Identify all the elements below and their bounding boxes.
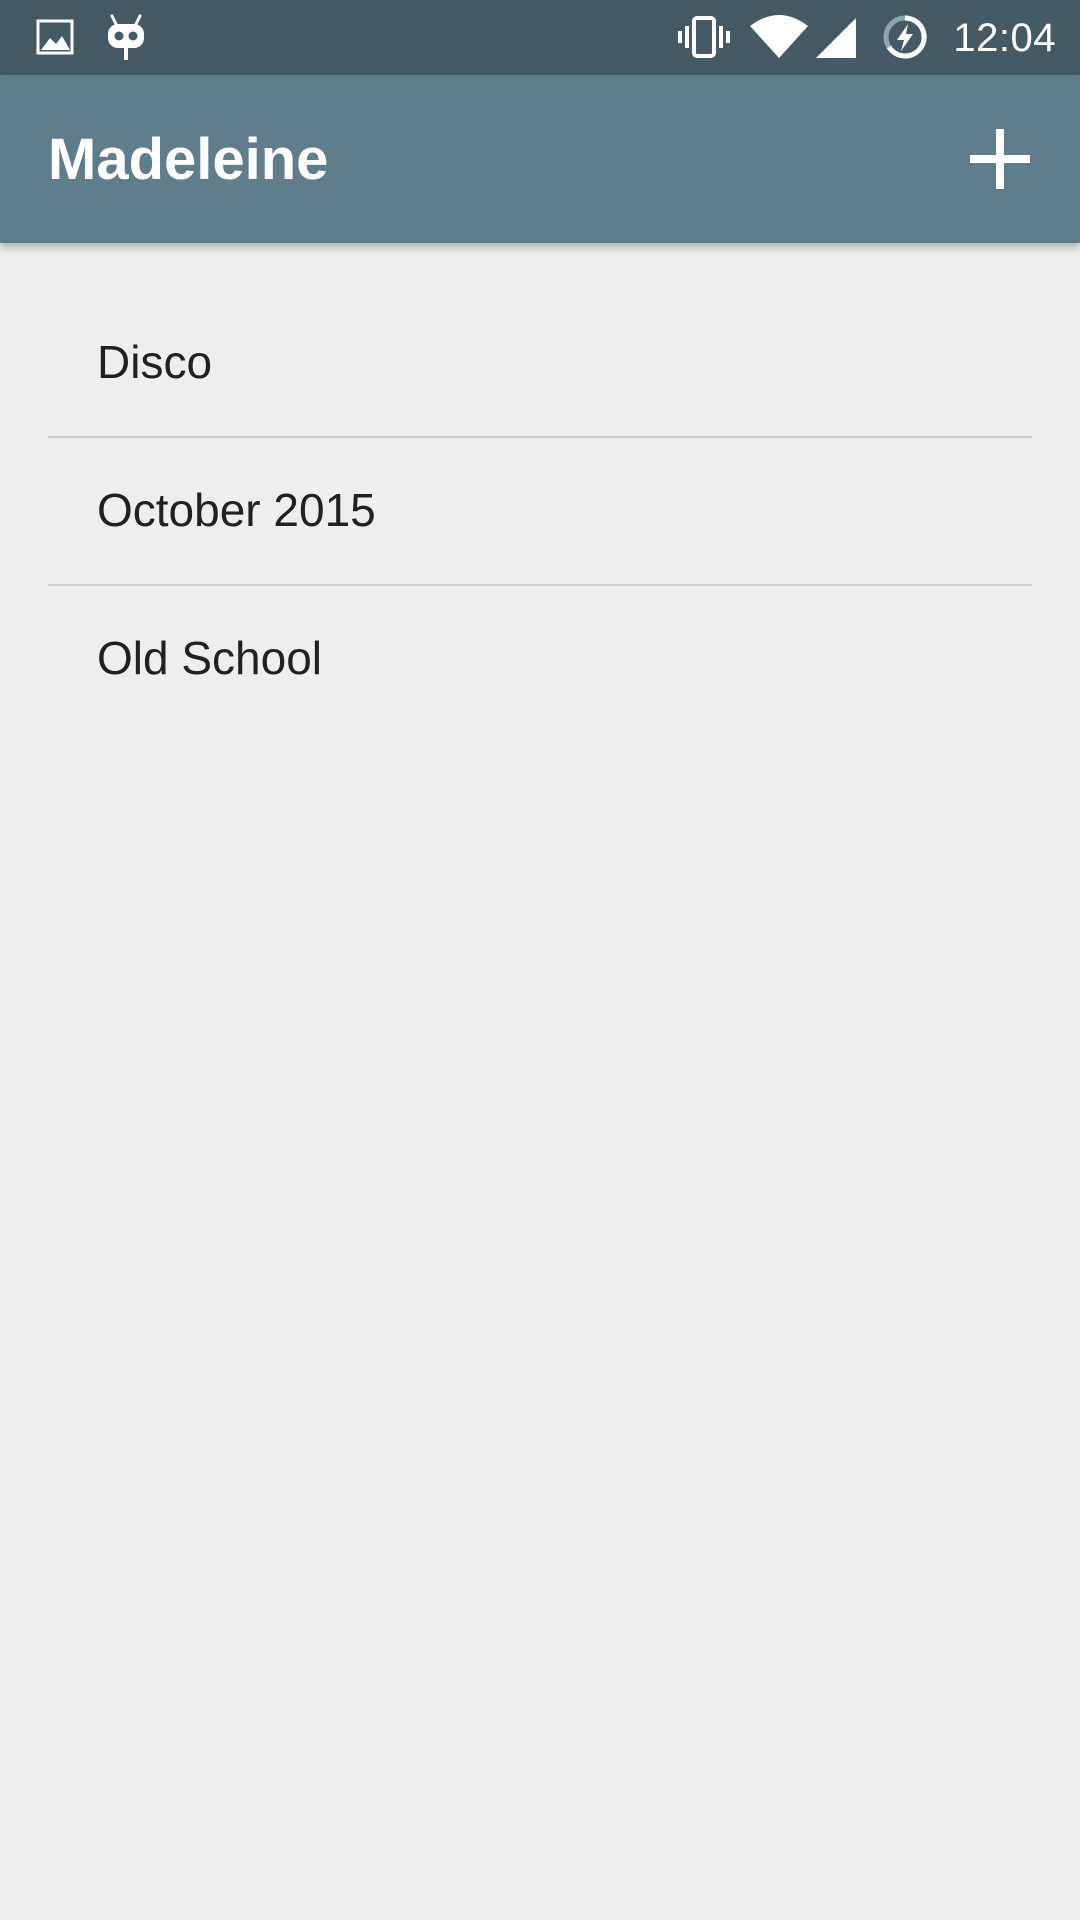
list-item-label: Old School [97, 632, 323, 684]
list-item[interactable]: October 2015 [0, 438, 1080, 584]
list-item[interactable]: Disco [0, 290, 1080, 436]
status-bar: 12:04 [0, 0, 1080, 75]
clock: 12:04 [953, 16, 1056, 60]
signal-icon [812, 14, 860, 60]
add-icon [970, 129, 1030, 189]
battery-charging-icon [880, 14, 930, 60]
add-button[interactable] [960, 119, 1040, 199]
list-item-label: October 2015 [97, 484, 376, 536]
vibrate-icon [676, 14, 732, 60]
wifi-icon [748, 14, 810, 60]
list-item[interactable]: Old School [0, 586, 1080, 732]
image-icon [34, 16, 78, 60]
app-bar: Madeleine [0, 75, 1080, 243]
list-item-label: Disco [97, 336, 213, 388]
page-title: Madeleine [48, 127, 329, 192]
cyanogenmod-icon [102, 12, 150, 64]
playlist-list: Disco October 2015 Old School [0, 290, 1080, 732]
